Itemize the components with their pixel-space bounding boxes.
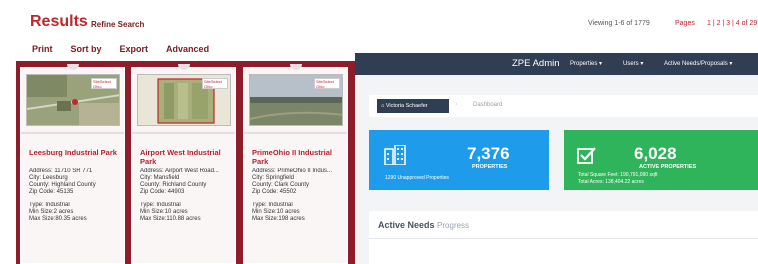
property-zip: Zip Code: 44903 [140,189,185,195]
property-details: Address: PrimeOhio II Indus... City: Spr… [252,168,346,196]
property-card[interactable]: SiteSelect Ohio Leesburg Industrial Park… [20,64,125,264]
property-city: City: Springfield [252,175,295,181]
total-acres: Total Acres: 138,404.22 acres [578,179,644,185]
top-navbar: ZPE Admin Properties ▾ Users ▾ Active Ne… [355,53,758,75]
property-address: Address: 11710 SR 771 [29,168,93,174]
property-details: Address: 11710 SR 771 City: Leesburg Cou… [29,168,123,196]
property-name[interactable]: Leesburg Industrial Park [29,148,121,157]
panel-divider [369,238,758,239]
viewing-count: Viewing 1-6 of 1779 [588,20,650,27]
nav-properties[interactable]: Properties ▾ [570,60,602,67]
property-min-size: Min Size:10 acres [252,209,300,215]
results-toolbar: Print Sort by Export Advanced [32,44,227,54]
property-city: City: Leesburg [29,175,68,181]
property-min-size: Min Size:10 acres [140,209,188,215]
property-address: Address: Airport West Road... [140,168,219,174]
property-photo[interactable]: SiteSelect Ohio [26,74,120,126]
property-max-size: Max Size:198 acres [252,216,305,222]
breadcrumb-current: Dashboard [473,102,503,108]
breadcrumb-user: Victoria Schaefer [385,103,428,109]
siteselect-logo: SiteSelect Ohio [202,78,228,89]
refine-search-link[interactable]: Refine Search [91,20,144,29]
unapproved-count: 1290 Unapproved Properties [385,175,449,181]
property-max-size: Max Size:80.35 acres [29,216,87,222]
property-max-size: Max Size:110.88 acres [140,216,201,222]
admin-dashboard: ZPE Admin Properties ▾ Users ▾ Active Ne… [355,53,758,264]
property-county: County: Clark County [252,182,310,188]
card-divider [21,132,124,134]
property-type: Type: Industrial [252,202,293,208]
building-icon [384,145,406,165]
active-needs-title: Active Needs [378,220,435,230]
card-pin [67,64,79,70]
property-name[interactable]: PrimeOhio II Industrial Park [252,148,344,166]
active-needs-panel: Active Needs Progress [369,211,758,264]
active-properties-stat-card[interactable]: 6,028 ACTIVE PROPERTIES Total Square Fee… [564,130,758,190]
siteselect-logo: SiteSelect Ohio [91,78,117,89]
property-card[interactable]: SiteSelect Ohio Airport West Industrial … [131,64,236,264]
property-address: Address: PrimeOhio II Indus... [252,168,333,174]
property-photo[interactable]: SiteSelect Ohio [137,74,231,126]
property-specs: Type: Industrial Min Size:2 acres Max Si… [29,202,123,223]
property-county: County: Richland County [140,182,207,188]
property-zip: Zip Code: 45502 [252,189,297,195]
export-button[interactable]: Export [120,44,149,54]
chevron-right-icon: › [455,101,458,108]
breadcrumb: ⌂ Victoria Schaefer › Dashboard [369,95,758,117]
card-divider [244,132,347,134]
active-needs-subtitle: Progress [437,221,470,230]
property-min-size: Min Size:2 acres [29,209,74,215]
active-count: 6,028 [634,144,677,163]
property-zip: Zip Code: 45135 [29,189,74,195]
card-pin [290,64,302,70]
total-square-feet: Total Square Feet: 190,791,090 sqft [578,172,658,178]
nav-active-needs[interactable]: Active Needs/Proposals ▾ [664,60,732,67]
pages-label: Pages [675,20,695,27]
active-label: ACTIVE PROPERTIES [639,164,697,170]
property-card[interactable]: SiteSelect Ohio PrimeOhio II Industrial … [243,64,348,264]
nav-users[interactable]: Users ▾ [623,60,643,67]
properties-count: 7,376 [467,144,510,163]
property-details: Address: Airport West Road... City: Mans… [140,168,234,196]
card-divider [132,132,235,134]
brand-title[interactable]: ZPE Admin [512,58,560,69]
sort-by-button[interactable]: Sort by [71,44,102,54]
siteselect-logo: SiteSelect Ohio [314,78,340,89]
checkbox-check-icon [577,147,596,164]
property-county: County: Highland County [29,182,96,188]
property-type: Type: Industrial [140,202,181,208]
print-button[interactable]: Print [32,44,53,54]
property-photo[interactable]: SiteSelect Ohio [249,74,343,126]
advanced-button[interactable]: Advanced [166,44,209,54]
card-pin [178,64,190,70]
active-needs-heading: Active Needs Progress [378,220,469,230]
property-specs: Type: Industrial Min Size:10 acres Max S… [140,202,234,223]
property-city: City: Mansfield [140,175,180,181]
property-type: Type: Industrial [29,202,70,208]
properties-stat-card[interactable]: 7,376 PROPERTIES 1290 Unapproved Propert… [369,130,549,190]
breadcrumb-home[interactable]: ⌂ Victoria Schaefer [377,99,449,113]
property-name[interactable]: Airport West Industrial Park [140,148,232,166]
properties-label: PROPERTIES [472,164,508,170]
pagination-links[interactable]: 1 | 2 | 3 | 4 of 29 [707,20,757,27]
results-title: Results [30,13,88,30]
property-specs: Type: Industrial Min Size:10 acres Max S… [252,202,346,223]
